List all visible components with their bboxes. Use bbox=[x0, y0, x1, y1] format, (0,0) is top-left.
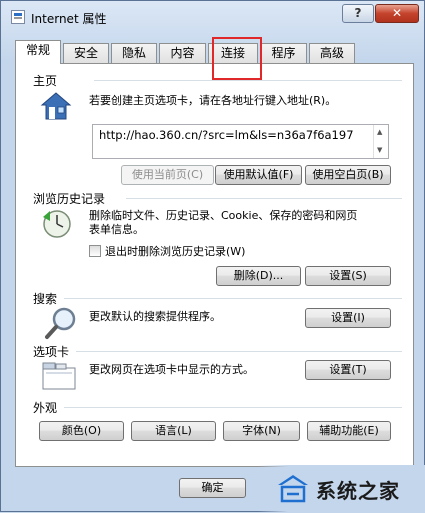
general-tab-panel: 主页 若要创建主页选项卡，请在各地址行键入地址(R)。 http://hao.3… bbox=[15, 63, 414, 467]
tabbed-browsing-icon bbox=[42, 362, 76, 390]
search-settings-button[interactable]: 设置(I) bbox=[305, 308, 391, 328]
watermark-text: 系统之家 bbox=[316, 479, 400, 503]
fonts-button[interactable]: 字体(N) bbox=[223, 421, 300, 441]
home-page-url: http://hao.360.cn/?src=lm&ls=n36a7f6a197 bbox=[99, 128, 354, 142]
use-current-button[interactable]: 使用当前页(C) bbox=[121, 165, 214, 185]
title-bar: Internet 属性 ? ✕ bbox=[1, 1, 424, 33]
tab-content[interactable]: 内容 bbox=[159, 43, 206, 63]
scroll-down-icon[interactable]: ▼ bbox=[377, 146, 382, 154]
search-icon bbox=[45, 307, 76, 339]
scroll-up-icon[interactable]: ▲ bbox=[377, 128, 382, 136]
help-button[interactable]: ? bbox=[342, 4, 374, 23]
history-settings-button[interactable]: 设置(S) bbox=[305, 266, 391, 286]
languages-button[interactable]: 语言(L) bbox=[131, 421, 216, 441]
accessibility-button[interactable]: 辅助功能(E) bbox=[307, 421, 391, 441]
tab-advanced[interactable]: 高级 bbox=[309, 43, 355, 63]
ok-button[interactable]: 确定 bbox=[179, 478, 246, 498]
use-blank-button[interactable]: 使用空白页(B) bbox=[305, 165, 391, 185]
tab-privacy[interactable]: 隐私 bbox=[111, 43, 157, 63]
history-icon bbox=[43, 210, 71, 238]
tabs-settings-button[interactable]: 设置(T) bbox=[305, 360, 391, 380]
search-divider bbox=[64, 298, 402, 299]
appearance-section-label: 外观 bbox=[33, 401, 58, 415]
watermark-logo-icon bbox=[278, 475, 308, 503]
history-divider bbox=[126, 198, 402, 199]
search-section-label: 搜索 bbox=[33, 292, 58, 306]
tabs-description: 更改网页在选项卡中显示的方式。 bbox=[89, 363, 254, 376]
delete-on-exit-label: 退出时删除浏览历史记录(W) bbox=[105, 245, 246, 258]
home-page-icon bbox=[40, 92, 72, 120]
delete-on-exit-checkbox[interactable] bbox=[89, 245, 101, 257]
history-description-line2: 表单信息。 bbox=[89, 223, 144, 236]
home-section-label: 主页 bbox=[33, 74, 58, 88]
tab-security[interactable]: 安全 bbox=[63, 43, 109, 63]
close-button[interactable]: ✕ bbox=[375, 4, 419, 23]
colors-button[interactable]: 颜色(O) bbox=[39, 421, 124, 441]
url-scrollbar[interactable]: ▲ ▼ bbox=[373, 125, 388, 158]
use-default-button[interactable]: 使用默认值(F) bbox=[215, 165, 302, 185]
tab-programs[interactable]: 程序 bbox=[260, 43, 307, 63]
search-description: 更改默认的搜索提供程序。 bbox=[89, 310, 221, 323]
internet-options-window: Internet 属性 ? ✕ 常规 安全 隐私 内容 连接 程序 高级 主页 … bbox=[0, 0, 425, 513]
home-description: 若要创建主页选项卡，请在各地址行键入地址(R)。 bbox=[89, 94, 337, 107]
tabs-section-label: 选项卡 bbox=[33, 345, 70, 359]
tabs-divider bbox=[76, 351, 402, 352]
home-divider bbox=[94, 80, 402, 81]
connections-tab-highlight bbox=[212, 37, 262, 80]
history-section-label: 浏览历史记录 bbox=[33, 192, 106, 206]
watermark: 系统之家 bbox=[258, 465, 425, 513]
home-page-url-input[interactable]: http://hao.360.cn/?src=lm&ls=n36a7f6a197… bbox=[92, 124, 389, 159]
window-title: Internet 属性 bbox=[31, 12, 107, 26]
appearance-divider bbox=[64, 407, 402, 408]
internet-options-icon bbox=[11, 10, 25, 24]
history-description-line1: 删除临时文件、历史记录、Cookie、保存的密码和网页 bbox=[89, 209, 358, 222]
delete-history-button[interactable]: 删除(D)... bbox=[216, 266, 301, 286]
tab-general[interactable]: 常规 bbox=[15, 40, 61, 64]
